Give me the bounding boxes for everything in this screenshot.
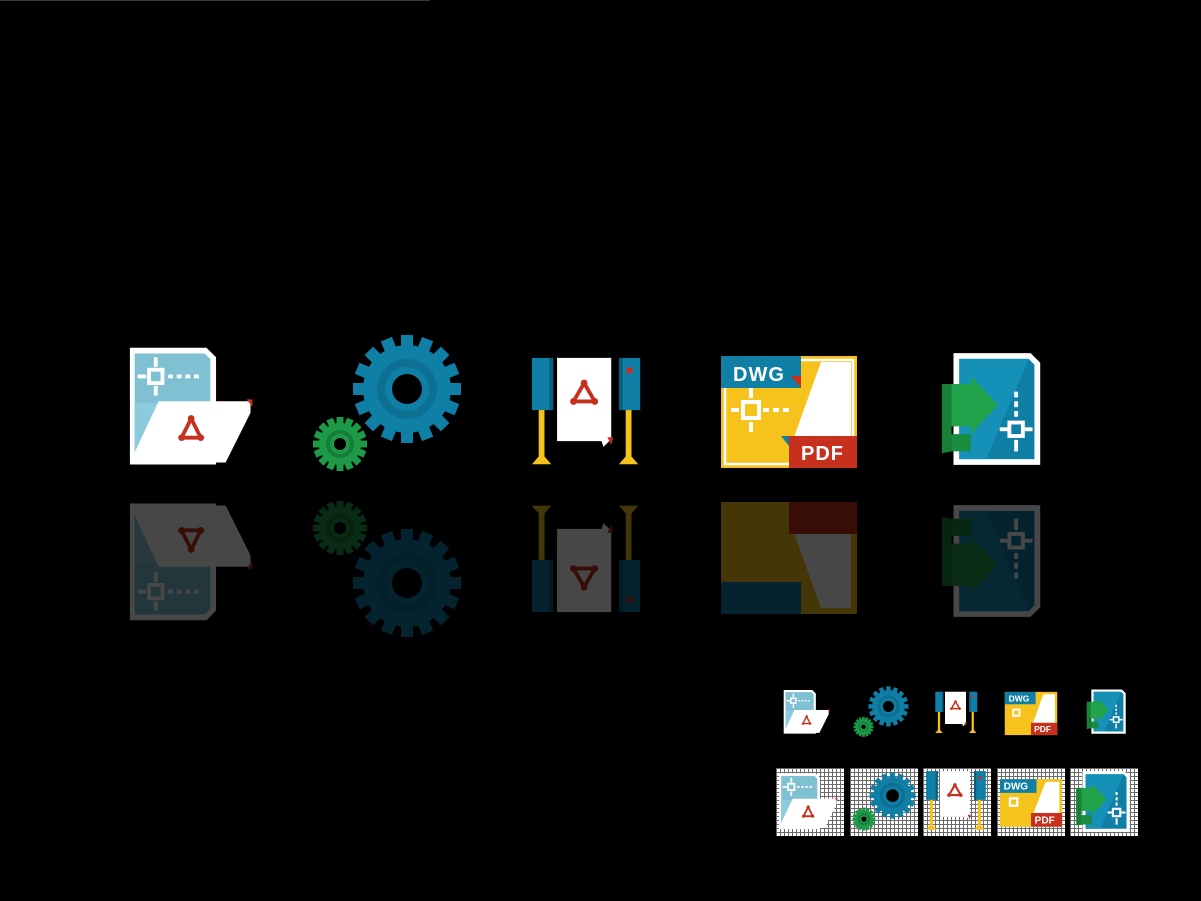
- dwg-small-label: DWG: [1009, 694, 1030, 704]
- dwg-to-pdf-pixel-icon: [778, 770, 842, 834]
- settings-gears-small-icon[interactable]: [853, 686, 909, 738]
- grid-tile-dwg-to-pdf[interactable]: [776, 768, 844, 836]
- pdf-label: PDF: [801, 443, 844, 465]
- dwg-to-pdf-document-small-icon[interactable]: [783, 689, 833, 736]
- dwg-pdf-pixel-icon: DWG PDF: [999, 779, 1063, 827]
- grid-tile-dwg-pdf[interactable]: DWG PDF: [997, 768, 1065, 836]
- plotter-printer-icon[interactable]: [529, 356, 647, 472]
- pdf-small-label: PDF: [1034, 724, 1051, 734]
- grid-tile-import[interactable]: [1070, 768, 1138, 836]
- top-edge-line: [0, 0, 430, 1]
- grid-tile-gears[interactable]: [850, 768, 918, 836]
- gears-pixel-icon: [852, 770, 916, 834]
- import-pixel-icon: [1072, 770, 1136, 834]
- dwg-to-pdf-document-reflection: [128, 497, 262, 623]
- plotter-printer-reflection: [529, 498, 647, 614]
- dwg-pdf-badge-small-icon[interactable]: DWG PDF: [1004, 691, 1058, 736]
- dwg-pdf-badge-reflection: [721, 502, 857, 614]
- pdf-pixel-label: PDF: [1035, 815, 1055, 826]
- import-arrow-document-icon[interactable]: [940, 350, 1046, 470]
- dwg-label: DWG: [733, 364, 785, 386]
- import-arrow-document-reflection: [940, 500, 1046, 620]
- plotter-printer-small-icon[interactable]: [934, 691, 980, 736]
- dwg-pdf-badge-icon[interactable]: DWG PDF: [719, 354, 859, 470]
- grid-tile-plotter[interactable]: [923, 768, 991, 836]
- plotter-pixel-icon: [925, 770, 989, 834]
- settings-gears-icon[interactable]: [312, 334, 462, 474]
- dwg-to-pdf-document-icon[interactable]: [128, 345, 262, 471]
- dwg-pixel-label: DWG: [1004, 782, 1029, 793]
- import-arrow-document-small-icon[interactable]: [1086, 688, 1128, 736]
- settings-gears-reflection: [312, 498, 462, 638]
